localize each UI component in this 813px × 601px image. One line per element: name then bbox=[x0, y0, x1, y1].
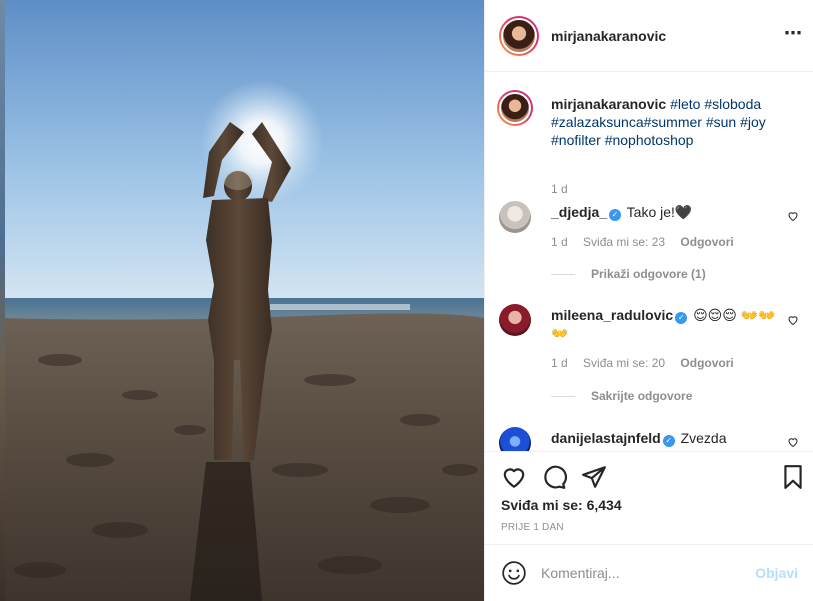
beach-sunset-image bbox=[0, 0, 484, 601]
comment-icon[interactable] bbox=[541, 464, 567, 490]
comment-username[interactable]: _djedja_ bbox=[551, 204, 607, 220]
verified-badge-icon: ✓ bbox=[662, 435, 675, 447]
hide-replies-label: Sakrijte odgovore bbox=[591, 389, 693, 403]
comment-body: Tako je!🖤 bbox=[626, 204, 693, 220]
comment-likes[interactable]: Sviđa mi se: 23 bbox=[583, 235, 665, 249]
more-options-icon[interactable]: ⋯ bbox=[784, 24, 803, 42]
comment-text: mileena_radulovic ✓ 😌😌😌 👐👐👐 bbox=[551, 306, 781, 342]
reply-button[interactable]: Odgovori bbox=[680, 356, 733, 370]
commenter-avatar[interactable] bbox=[499, 201, 531, 233]
comment-time[interactable]: 1 d bbox=[551, 235, 568, 249]
comment-likes[interactable]: Sviđa mi se: 20 bbox=[583, 356, 665, 370]
hashtag[interactable]: #nofilter bbox=[551, 132, 601, 148]
caption-username[interactable]: mirjanakaranovic bbox=[551, 96, 666, 112]
comment-username[interactable]: danijelastajnfeld bbox=[551, 430, 661, 446]
comment-meta: 1 d Sviđa mi se: 20 Odgovori bbox=[551, 356, 746, 370]
photo-edge bbox=[0, 0, 5, 601]
share-icon[interactable] bbox=[581, 464, 607, 490]
divider-line bbox=[551, 395, 575, 397]
divider-line bbox=[551, 273, 575, 275]
comments-list[interactable]: mirjanakaranovic #leto #sloboda #zalazak… bbox=[485, 73, 813, 451]
comment-time[interactable]: 1 d bbox=[551, 356, 568, 370]
caption-text: mirjanakaranovic #leto #sloboda #zalazak… bbox=[551, 95, 781, 149]
like-comment-icon[interactable] bbox=[787, 314, 799, 326]
show-replies-label: Prikaži odgovore (1) bbox=[591, 267, 706, 281]
post-actions: Sviđa mi se: 6,434 PRIJE 1 DAN bbox=[485, 451, 813, 544]
hide-replies-button[interactable]: Sakrijte odgovore bbox=[551, 389, 692, 403]
hashtag[interactable]: #nophotoshop bbox=[605, 132, 694, 148]
heart-icon[interactable] bbox=[501, 464, 527, 490]
caption-avatar[interactable] bbox=[497, 90, 533, 126]
post-header: mirjanakaranovic ⋯ bbox=[485, 0, 813, 72]
comment-body: Zvezda bbox=[680, 430, 727, 446]
reply-button[interactable]: Odgovori bbox=[680, 235, 733, 249]
post-photo[interactable] bbox=[0, 0, 484, 601]
show-replies-button[interactable]: Prikaži odgovore (1) bbox=[551, 267, 706, 281]
verified-badge-icon: ✓ bbox=[675, 312, 688, 324]
post-side-panel: mirjanakaranovic ⋯ mirjanakaranovic #let… bbox=[484, 0, 813, 601]
comment-text: danijelastajnfeld ✓ Zvezda bbox=[551, 429, 781, 447]
hashtag[interactable]: #joy bbox=[740, 114, 766, 130]
post-time[interactable]: PRIJE 1 DAN bbox=[501, 522, 564, 533]
comment-input[interactable] bbox=[541, 565, 751, 581]
hashtag[interactable]: #sloboda bbox=[704, 96, 761, 112]
caption-time[interactable]: 1 d bbox=[551, 182, 568, 196]
bookmark-icon[interactable] bbox=[780, 464, 806, 490]
like-comment-icon[interactable] bbox=[787, 210, 799, 222]
comment-text: _djedja_ ✓ Tako je!🖤 bbox=[551, 203, 781, 221]
like-comment-icon[interactable] bbox=[787, 436, 799, 448]
likes-count[interactable]: Sviđa mi se: 6,434 bbox=[501, 497, 622, 513]
emoji-icon[interactable] bbox=[501, 560, 527, 586]
comment-composer: Objavi bbox=[485, 544, 813, 601]
comment-username[interactable]: mileena_radulovic bbox=[551, 307, 673, 323]
post-comment-button[interactable]: Objavi bbox=[755, 565, 798, 581]
commenter-avatar[interactable] bbox=[499, 304, 531, 336]
author-username[interactable]: mirjanakaranovic bbox=[551, 28, 666, 44]
author-avatar[interactable] bbox=[499, 15, 539, 56]
verified-badge-icon: ✓ bbox=[609, 209, 622, 221]
commenter-avatar[interactable] bbox=[499, 427, 531, 451]
hashtag[interactable]: #zalazaksunca#summer bbox=[551, 114, 702, 130]
hashtag[interactable]: #leto bbox=[670, 96, 700, 112]
comment-meta: 1 d Sviđa mi se: 23 Odgovori bbox=[551, 235, 746, 249]
hashtag[interactable]: #sun bbox=[706, 114, 736, 130]
caption-meta: 1 d bbox=[551, 182, 580, 196]
